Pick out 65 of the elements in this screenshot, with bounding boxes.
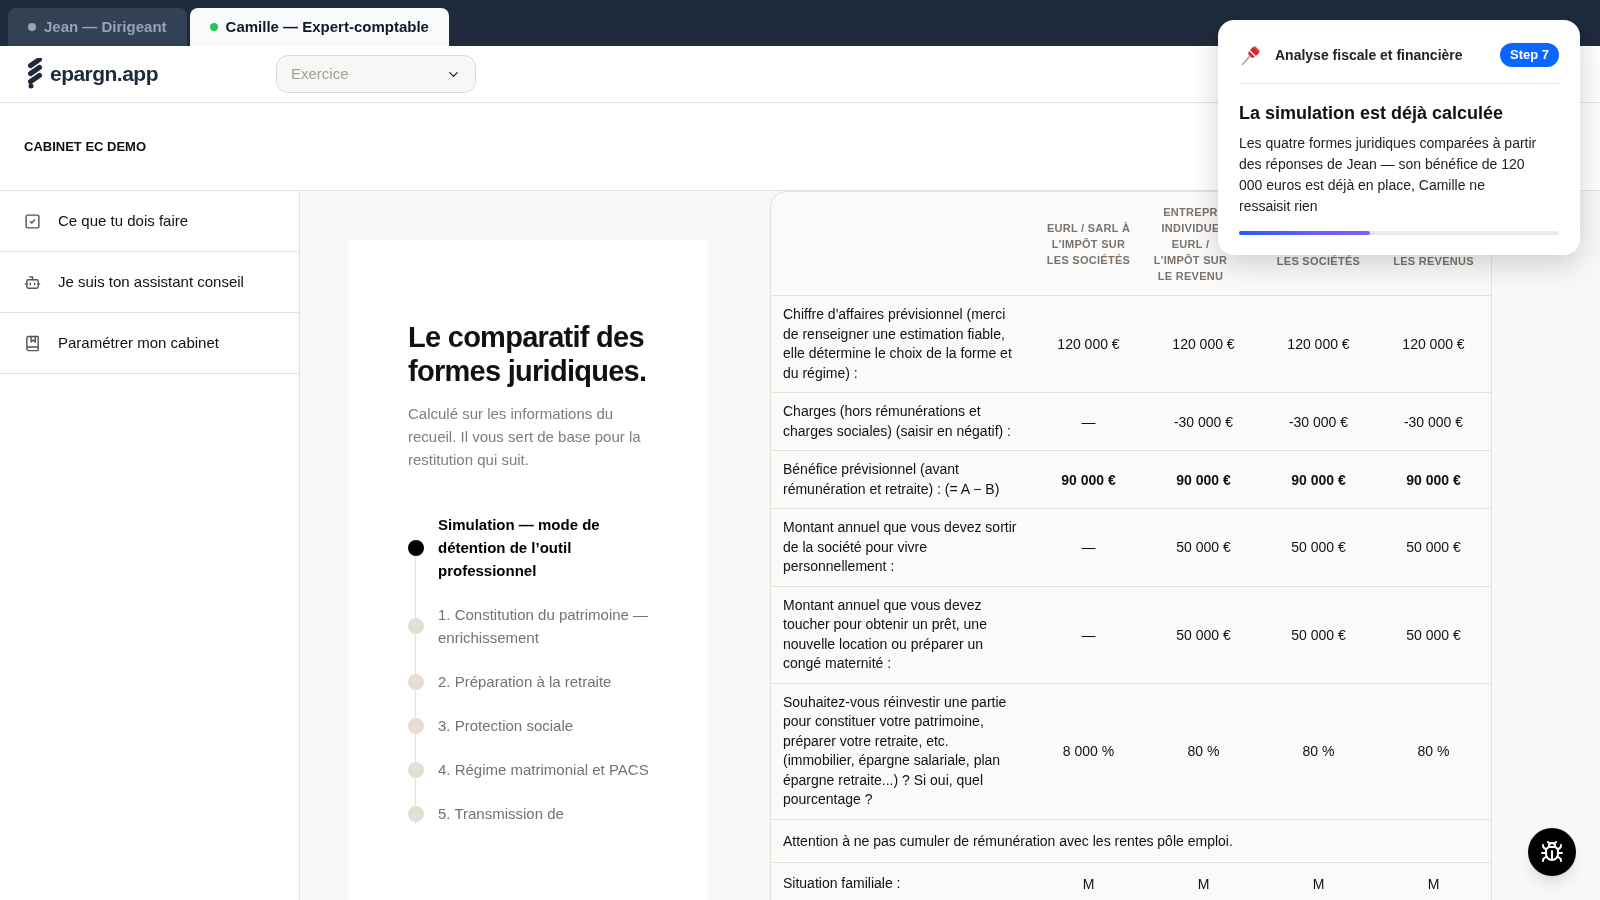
table-cell: M [1312, 875, 1325, 892]
row-label: Montant annuel que vous devez sortir de la société pour vivre personnellement : [783, 518, 1018, 576]
table-cell: 90 000 € [1061, 471, 1116, 488]
table-cell: 90 000 € [1176, 471, 1231, 488]
step-label[interactable]: 5. Transmission de [438, 802, 564, 825]
table-cell: M [1427, 875, 1440, 892]
table-cell: 120 000 € [1057, 336, 1120, 352]
table-cell: — [1081, 413, 1096, 430]
table-cell: M [1082, 875, 1095, 892]
step-label[interactable]: 3. Protection sociale [438, 714, 574, 737]
table-cell: 90 000 € [1406, 471, 1461, 488]
step-label[interactable]: 4. Régime matrimonial et PACS [438, 758, 649, 781]
step-label[interactable]: 2. Préparation à la retraite [438, 670, 612, 693]
step-label[interactable]: Simulation — mode de détention de l’outil professionnel [438, 513, 658, 582]
row-label: Bénéfice prévisionnel (avant rémunération et retraite) : (= A − B) [783, 460, 1001, 499]
sidebar-item[interactable]: Je suis ton assistant conseil [0, 252, 299, 313]
tab[interactable]: Jean — Dirigeant [8, 8, 187, 46]
logo-text: epargn.app [50, 61, 158, 88]
bookmark-icon [24, 334, 41, 352]
page-title: Le comparatif des formes juridiques. [408, 320, 648, 388]
table-cell: 50 000 € [1406, 626, 1461, 643]
table-cell: -30 000 € [1403, 413, 1464, 430]
column-header: LES REVENUS [1393, 254, 1474, 269]
table-cell: 8 000 % [1062, 743, 1115, 759]
page-subtitle: Calculé sur les informations du recueil. Il vous sert de base pour la restitution qui suit. [408, 404, 642, 470]
table-cell: M [1197, 875, 1210, 892]
checkbox-icon [24, 212, 41, 230]
step-label[interactable]: 1. Constitution du patrimoine — enrichissement [438, 603, 658, 649]
table-cell: -30 000 € [1173, 413, 1234, 430]
row-label: Chiffre d'affaires prévisionnel (merci de renseigner une estimation fiable, elle détermine le choix de la forme et du régime) : [783, 305, 1013, 383]
step-badge: Step 7 [1500, 43, 1559, 67]
table-cell: 80 % [1417, 743, 1450, 759]
row-label: Montant annuel que vous devez toucher pour obtenir un prêt, une nouvelle location ou préparer un congé maternité : [783, 595, 988, 673]
table-cell: -30 000 € [1288, 413, 1349, 430]
sidebar-item[interactable]: Ce que tu dois faire [0, 191, 299, 252]
table-cell: 80 % [1302, 743, 1335, 759]
table-cell: 50 000 € [1176, 626, 1231, 643]
table-cell: 50 000 € [1406, 539, 1461, 556]
table-cell: 120 000 € [1172, 336, 1235, 352]
table-cell: — [1081, 539, 1096, 556]
tour-title: La simulation est déjà calculée [1239, 102, 1505, 125]
table-cell: 80 % [1187, 743, 1220, 759]
table-cell: 50 000 € [1176, 539, 1231, 556]
table-cell: 120 000 € [1402, 336, 1465, 352]
tour-section: Analyse fiscale et financière [1275, 44, 1463, 66]
table-note: Attention à ne pas cumuler de rémunération avec les rentes pôle emploi. [783, 832, 1233, 849]
table-cell: 50 000 € [1291, 626, 1346, 643]
table-cell: 120 000 € [1287, 336, 1350, 352]
column-header: EURL / SARL À L'IMPÔT SUR LES SOCIÉTÉS [1046, 220, 1131, 268]
tab[interactable]: Camille — Expert-comptable [189, 8, 449, 46]
pushpin-icon [1239, 43, 1263, 67]
bug-icon [1540, 840, 1564, 864]
sidebar-item[interactable]: Paramétrer mon cabinet [0, 313, 299, 374]
column-header: ENTREPR INDIVIDUE EURL / L'IMPÔT SUR LE REVENU [1153, 204, 1228, 284]
cabinet-name: CABINET EC DEMO [24, 137, 147, 156]
tour-body: Les quatre formes juridiques comparées à partir des réponses de Jean — son bénéfice de 120 000 euros est déjà en place, Camille ne ressaisit rien [1239, 134, 1538, 216]
table-cell: 90 000 € [1291, 471, 1346, 488]
table-cell: — [1081, 626, 1096, 643]
robot-icon [24, 273, 41, 291]
row-label: Situation familiale : [783, 873, 902, 893]
row-label: Souhaitez-vous réinvestir une partie pour constituer votre patrimoine, préparer votre retraite, etc. (immobilier, épargne salariale, plan épargne retraite...) ? Si oui, quel pourcentage ? [783, 692, 1008, 809]
exercice-select[interactable]: Exercice [276, 55, 476, 93]
table-cell: 50 000 € [1291, 539, 1346, 556]
row-label: Charges (hors rémunérations et charges sociales) (saisir en négatif) : [783, 402, 1012, 441]
column-header: LES SOCIÉTÉS [1276, 254, 1361, 269]
